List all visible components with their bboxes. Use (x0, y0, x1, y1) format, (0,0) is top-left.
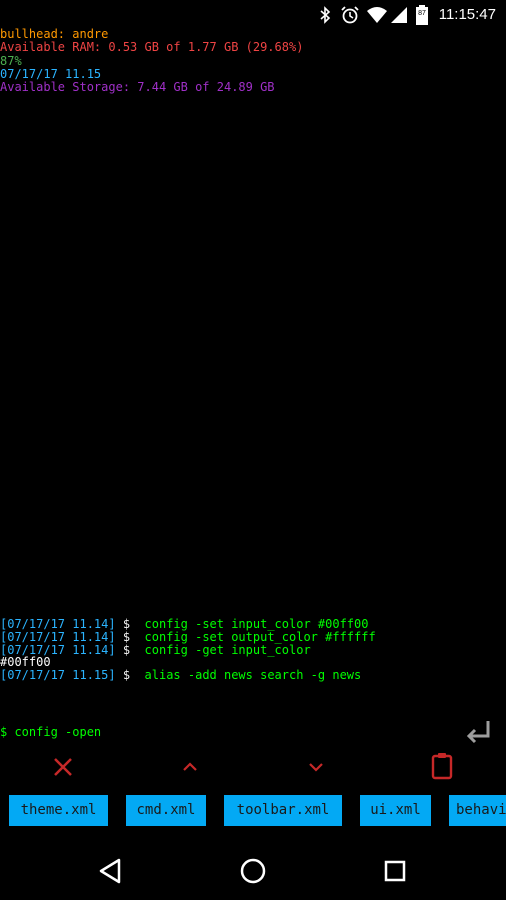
battery-text: 87% (0, 53, 22, 68)
suggestion-chip[interactable]: toolbar.xml (224, 795, 342, 826)
command-history: [07/17/17 11.14] $ config -set input_col… (0, 618, 376, 682)
battery-level-label: 87 (418, 10, 426, 17)
suggestion-chip[interactable]: cmd.xml (126, 795, 206, 826)
arrow-down-icon[interactable] (298, 752, 334, 782)
close-icon[interactable] (45, 752, 81, 782)
clipboard-icon[interactable] (424, 752, 460, 782)
command-input[interactable]: $ config -open (0, 725, 101, 739)
history-line: [07/17/17 11.15] $ alias -add news searc… (0, 669, 376, 682)
history-command: config -get input_color (144, 642, 311, 657)
history-line: [07/17/17 11.14] $ config -get input_col… (0, 642, 376, 657)
alarm-icon (341, 6, 359, 24)
navigation-bar (0, 840, 506, 900)
enter-icon[interactable] (462, 716, 494, 748)
history-command: alias -add news search -g news (144, 668, 362, 683)
device-user-text: bullhead: andre (0, 27, 109, 41)
file-suggestions: theme.xml cmd.xml toolbar.xml ui.xml beh… (0, 794, 506, 828)
suggestion-chip[interactable]: ui.xml (360, 795, 431, 826)
storage-text: Available Storage: 7.44 GB of 24.89 GB (0, 80, 275, 95)
back-icon[interactable] (93, 854, 127, 888)
history-prompt: $ (122, 668, 131, 683)
suggestion-chip[interactable]: behavior.xml (449, 795, 506, 826)
suggestion-chip[interactable]: theme.xml (9, 795, 108, 826)
device-info: bullhead: andre Available RAM: 0.53 GB o… (0, 27, 304, 95)
history-prompt: $ (122, 642, 131, 657)
cell-signal-icon (391, 7, 407, 23)
wifi-icon (367, 7, 387, 23)
datetime-text: 07/17/17 11.15 (0, 66, 102, 81)
arrow-up-icon[interactable] (172, 752, 208, 782)
status-bar: 87 11:15:47 (0, 0, 506, 30)
recents-icon[interactable] (378, 854, 412, 888)
ram-text: Available RAM: 0.53 GB of 1.77 GB (29.68… (0, 40, 304, 55)
history-timestamp: [07/17/17 11.15] (0, 668, 116, 683)
bluetooth-icon (320, 6, 331, 24)
battery-icon: 87 (416, 5, 428, 25)
status-clock: 11:15:47 (438, 6, 496, 23)
home-icon[interactable] (236, 854, 270, 888)
